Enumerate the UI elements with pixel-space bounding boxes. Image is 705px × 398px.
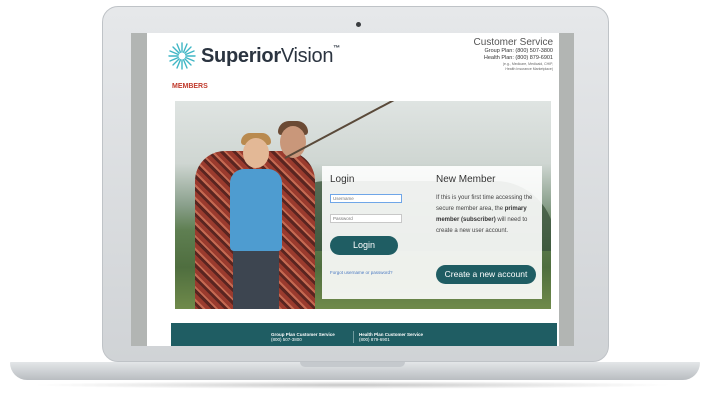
create-account-button[interactable]: Create a new account — [436, 265, 536, 284]
footer-group-plan: Group Plan Customer Service (800) 507-38… — [271, 332, 335, 342]
laptop-notch — [300, 362, 405, 367]
page-footer: Group Plan Customer Service (800) 507-38… — [171, 323, 557, 346]
health-plan-phone[interactable]: Health Plan: (800) 879-6901 — [474, 55, 553, 62]
group-plan-phone[interactable]: Group Plan: (800) 507-3800 — [474, 48, 554, 55]
laptop-shadow — [30, 381, 675, 389]
login-panel: Login Login Forgot username or password?… — [322, 166, 542, 299]
hero-photo: Login Login Forgot username or password?… — [175, 101, 551, 309]
hero-child-legs — [233, 249, 279, 309]
login-title: Login — [330, 174, 355, 185]
customer-service-title: Customer Service — [473, 37, 553, 48]
new-member-title: New Member — [436, 174, 496, 185]
footer-divider — [353, 331, 354, 343]
brand-name-light: Vision — [280, 44, 334, 67]
username-input[interactable] — [330, 194, 402, 203]
brand-name: SuperiorVision™ — [201, 45, 340, 68]
members-section-label: MEMBERS — [172, 83, 208, 90]
web-page: SuperiorVision™ Customer Service Group P… — [147, 33, 559, 346]
footer-health-phone[interactable]: (800) 879-6901 — [359, 337, 423, 342]
hero-child-head — [243, 138, 269, 168]
laptop-screen: SuperiorVision™ Customer Service Group P… — [131, 33, 574, 346]
password-input[interactable] — [330, 214, 402, 223]
brand-name-bold: Superior — [201, 44, 281, 67]
health-plan-note-2: Health Insurance Marketplace) — [505, 66, 553, 71]
footer-group-phone[interactable]: (800) 507-3800 — [271, 337, 335, 342]
customer-service-block: Customer Service Group Plan: (800) 507-3… — [474, 37, 553, 71]
superior-vision-logo[interactable]: SuperiorVision™ — [167, 41, 340, 71]
fishing-rod — [284, 101, 489, 159]
camera-icon — [356, 22, 361, 27]
login-button[interactable]: Login — [330, 236, 398, 255]
new-member-description: If this is your first time accessing the… — [436, 193, 536, 237]
forgot-credentials-link[interactable]: Forgot username or password? — [330, 270, 393, 275]
hero-child-figure — [230, 169, 282, 251]
trademark-symbol: ™ — [333, 44, 340, 52]
footer-health-plan: Health Plan Customer Service (800) 879-6… — [359, 332, 423, 342]
sunburst-logo-icon — [168, 42, 196, 70]
